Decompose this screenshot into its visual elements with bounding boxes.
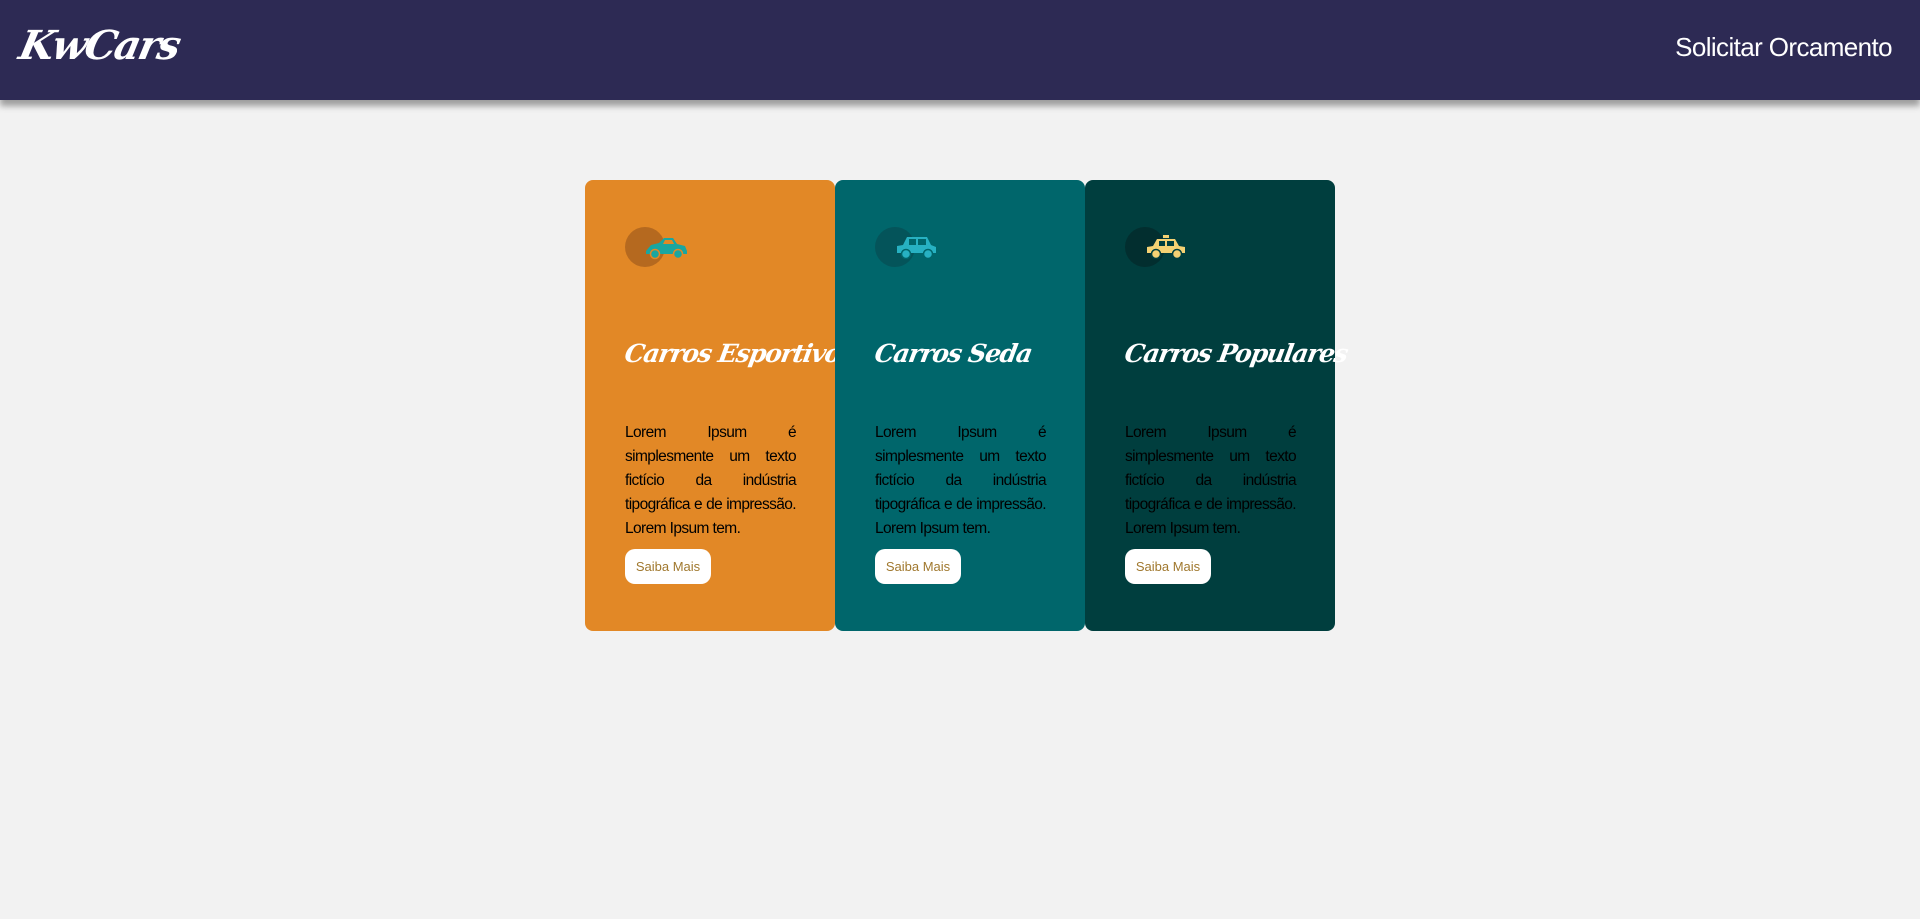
card-title: Carros Esportivos bbox=[622, 338, 856, 368]
taxi-car-icon bbox=[1125, 227, 1195, 267]
sports-car-icon bbox=[625, 227, 695, 267]
card-title: Carros Seda bbox=[872, 338, 1034, 368]
car-category-cards: Carros Esportivos Lorem Ipsum é simplesm… bbox=[585, 180, 1350, 631]
card-title: Carros Populares bbox=[1122, 338, 1350, 368]
card-sedan-cars: Carros Seda Lorem Ipsum é simplesmente u… bbox=[835, 180, 1085, 631]
card-sports-cars: Carros Esportivos Lorem Ipsum é simplesm… bbox=[585, 180, 856, 631]
card-description: Lorem Ipsum é simplesmente um texto fict… bbox=[625, 423, 797, 537]
site-logo[interactable]: KwCars bbox=[15, 22, 184, 69]
saiba-mais-button[interactable]: Saiba Mais bbox=[625, 549, 711, 584]
suv-icon bbox=[875, 227, 945, 267]
saiba-mais-button[interactable]: Saiba Mais bbox=[875, 549, 961, 584]
request-quote-link[interactable]: Solicitar Orcamento bbox=[1675, 32, 1893, 63]
card-description: Lorem Ipsum é simplesmente um texto fict… bbox=[1125, 423, 1297, 537]
saiba-mais-button[interactable]: Saiba Mais bbox=[1125, 549, 1211, 584]
site-header: KwCars Solicitar Orcamento bbox=[0, 0, 1920, 100]
card-popular-cars: Carros Populares Lorem Ipsum é simplesme… bbox=[1085, 180, 1350, 631]
card-description: Lorem Ipsum é simplesmente um texto fict… bbox=[875, 423, 1047, 537]
